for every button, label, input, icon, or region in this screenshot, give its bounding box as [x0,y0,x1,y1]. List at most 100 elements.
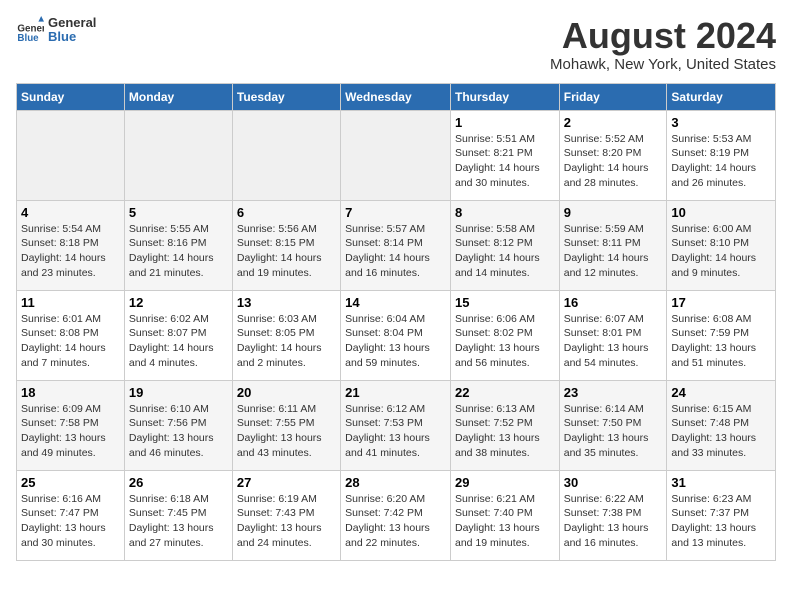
day-number: 3 [671,115,771,130]
day-number: 6 [237,205,336,220]
day-info: Sunrise: 6:01 AM Sunset: 8:08 PM Dayligh… [21,312,120,371]
calendar-cell [124,110,232,200]
day-number: 13 [237,295,336,310]
calendar-cell: 8 Sunrise: 5:58 AM Sunset: 8:12 PM Daylig… [450,200,559,290]
day-number: 5 [129,205,228,220]
calendar-cell: 24Sunrise: 6:15 AM Sunset: 7:48 PM Dayli… [667,380,776,470]
calendar-cell: 11 Sunrise: 6:01 AM Sunset: 8:08 PM Dayli… [17,290,125,380]
title-block: August 2024 Mohawk, New York, United Sta… [550,16,776,73]
calendar-cell: 5 Sunrise: 5:55 AM Sunset: 8:16 PM Daylig… [124,200,232,290]
day-info: Sunrise: 5:52 AM Sunset: 8:20 PM Dayligh… [564,132,663,191]
days-header-row: SundayMondayTuesdayWednesdayThursdayFrid… [17,83,776,110]
day-info: Sunrise: 6:12 AM Sunset: 7:53 PM Dayligh… [345,402,446,461]
calendar-cell: 3 Sunrise: 5:53 AM Sunset: 8:19 PM Daylig… [667,110,776,200]
calendar-cell: 16 Sunrise: 6:07 AM Sunset: 8:01 PM Dayli… [559,290,667,380]
calendar-cell: 9 Sunrise: 5:59 AM Sunset: 8:11 PM Daylig… [559,200,667,290]
week-row-5: 25Sunrise: 6:16 AM Sunset: 7:47 PM Dayli… [17,470,776,560]
day-number: 30 [564,475,663,490]
calendar-cell: 13 Sunrise: 6:03 AM Sunset: 8:05 PM Dayli… [232,290,340,380]
calendar-cell [232,110,340,200]
calendar-cell: 1 Sunrise: 5:51 AM Sunset: 8:21 PM Daylig… [450,110,559,200]
calendar-cell: 21Sunrise: 6:12 AM Sunset: 7:53 PM Dayli… [341,380,451,470]
logo-line2: Blue [48,30,96,44]
calendar-cell [341,110,451,200]
calendar-cell: 26 Sunrise: 6:18 AM Sunset: 7:45 PM Dayli… [124,470,232,560]
calendar-cell: 31 Sunrise: 6:23 AM Sunset: 7:37 PM Dayli… [667,470,776,560]
day-number: 17 [671,295,771,310]
day-info: Sunrise: 5:58 AM Sunset: 8:12 PM Dayligh… [455,222,555,281]
main-title: August 2024 [550,16,776,56]
day-header-friday: Friday [559,83,667,110]
page-header: General Blue General Blue August 2024 Mo… [16,16,776,73]
day-header-monday: Monday [124,83,232,110]
day-info: Sunrise: 6:11 AM Sunset: 7:55 PM Dayligh… [237,402,336,461]
calendar-cell: 23 Sunrise: 6:14 AM Sunset: 7:50 PM Dayli… [559,380,667,470]
calendar-cell [17,110,125,200]
day-number: 8 [455,205,555,220]
calendar-cell: 28 Sunrise: 6:20 AM Sunset: 7:42 PM Dayli… [341,470,451,560]
day-info: Sunrise: 6:03 AM Sunset: 8:05 PM Dayligh… [237,312,336,371]
day-number: 24 [671,385,771,400]
day-info: Sunrise: 6:14 AM Sunset: 7:50 PM Dayligh… [564,402,663,461]
calendar-cell: 12 Sunrise: 6:02 AM Sunset: 8:07 PM Dayli… [124,290,232,380]
day-number: 18 [21,385,120,400]
day-number: 12 [129,295,228,310]
logo-icon: General Blue [16,16,44,44]
day-info: Sunrise: 6:20 AM Sunset: 7:42 PM Dayligh… [345,492,446,551]
day-info: Sunrise: 6:08 AM Sunset: 7:59 PM Dayligh… [671,312,771,371]
day-info: Sunrise: 6:09 AM Sunset: 7:58 PM Dayligh… [21,402,120,461]
calendar-table: SundayMondayTuesdayWednesdayThursdayFrid… [16,83,776,561]
week-row-3: 11 Sunrise: 6:01 AM Sunset: 8:08 PM Dayli… [17,290,776,380]
day-info: Sunrise: 6:19 AM Sunset: 7:43 PM Dayligh… [237,492,336,551]
day-number: 26 [129,475,228,490]
day-number: 4 [21,205,120,220]
day-number: 14 [345,295,446,310]
day-number: 16 [564,295,663,310]
day-number: 25 [21,475,120,490]
day-number: 7 [345,205,446,220]
day-number: 31 [671,475,771,490]
day-info: Sunrise: 6:04 AM Sunset: 8:04 PM Dayligh… [345,312,446,371]
day-header-thursday: Thursday [450,83,559,110]
day-info: Sunrise: 5:56 AM Sunset: 8:15 PM Dayligh… [237,222,336,281]
day-number: 11 [21,295,120,310]
day-header-sunday: Sunday [17,83,125,110]
day-info: Sunrise: 6:21 AM Sunset: 7:40 PM Dayligh… [455,492,555,551]
week-row-2: 4 Sunrise: 5:54 AM Sunset: 8:18 PM Daylig… [17,200,776,290]
calendar-cell: 6 Sunrise: 5:56 AM Sunset: 8:15 PM Daylig… [232,200,340,290]
day-number: 10 [671,205,771,220]
logo: General Blue General Blue [16,16,96,45]
day-number: 29 [455,475,555,490]
calendar-cell: 15Sunrise: 6:06 AM Sunset: 8:02 PM Dayli… [450,290,559,380]
calendar-cell: 20Sunrise: 6:11 AM Sunset: 7:55 PM Dayli… [232,380,340,470]
day-number: 1 [455,115,555,130]
day-number: 28 [345,475,446,490]
calendar-cell: 27 Sunrise: 6:19 AM Sunset: 7:43 PM Dayli… [232,470,340,560]
calendar-cell: 30Sunrise: 6:22 AM Sunset: 7:38 PM Dayli… [559,470,667,560]
svg-text:Blue: Blue [17,33,39,44]
calendar-cell: 2Sunrise: 5:52 AM Sunset: 8:20 PM Daylig… [559,110,667,200]
day-info: Sunrise: 6:07 AM Sunset: 8:01 PM Dayligh… [564,312,663,371]
day-number: 9 [564,205,663,220]
day-info: Sunrise: 5:53 AM Sunset: 8:19 PM Dayligh… [671,132,771,191]
day-number: 15 [455,295,555,310]
calendar-cell: 25Sunrise: 6:16 AM Sunset: 7:47 PM Dayli… [17,470,125,560]
day-info: Sunrise: 5:59 AM Sunset: 8:11 PM Dayligh… [564,222,663,281]
day-number: 23 [564,385,663,400]
calendar-cell: 18 Sunrise: 6:09 AM Sunset: 7:58 PM Dayli… [17,380,125,470]
day-info: Sunrise: 6:02 AM Sunset: 8:07 PM Dayligh… [129,312,228,371]
day-info: Sunrise: 5:51 AM Sunset: 8:21 PM Dayligh… [455,132,555,191]
calendar-cell: 22Sunrise: 6:13 AM Sunset: 7:52 PM Dayli… [450,380,559,470]
calendar-cell: 4 Sunrise: 5:54 AM Sunset: 8:18 PM Daylig… [17,200,125,290]
day-number: 22 [455,385,555,400]
day-info: Sunrise: 6:18 AM Sunset: 7:45 PM Dayligh… [129,492,228,551]
day-number: 27 [237,475,336,490]
calendar-cell: 17 Sunrise: 6:08 AM Sunset: 7:59 PM Dayli… [667,290,776,380]
day-info: Sunrise: 5:54 AM Sunset: 8:18 PM Dayligh… [21,222,120,281]
day-info: Sunrise: 6:23 AM Sunset: 7:37 PM Dayligh… [671,492,771,551]
day-info: Sunrise: 5:55 AM Sunset: 8:16 PM Dayligh… [129,222,228,281]
week-row-4: 18 Sunrise: 6:09 AM Sunset: 7:58 PM Dayli… [17,380,776,470]
logo-text: General Blue [48,16,96,45]
logo-line1: General [48,16,96,30]
day-header-saturday: Saturday [667,83,776,110]
